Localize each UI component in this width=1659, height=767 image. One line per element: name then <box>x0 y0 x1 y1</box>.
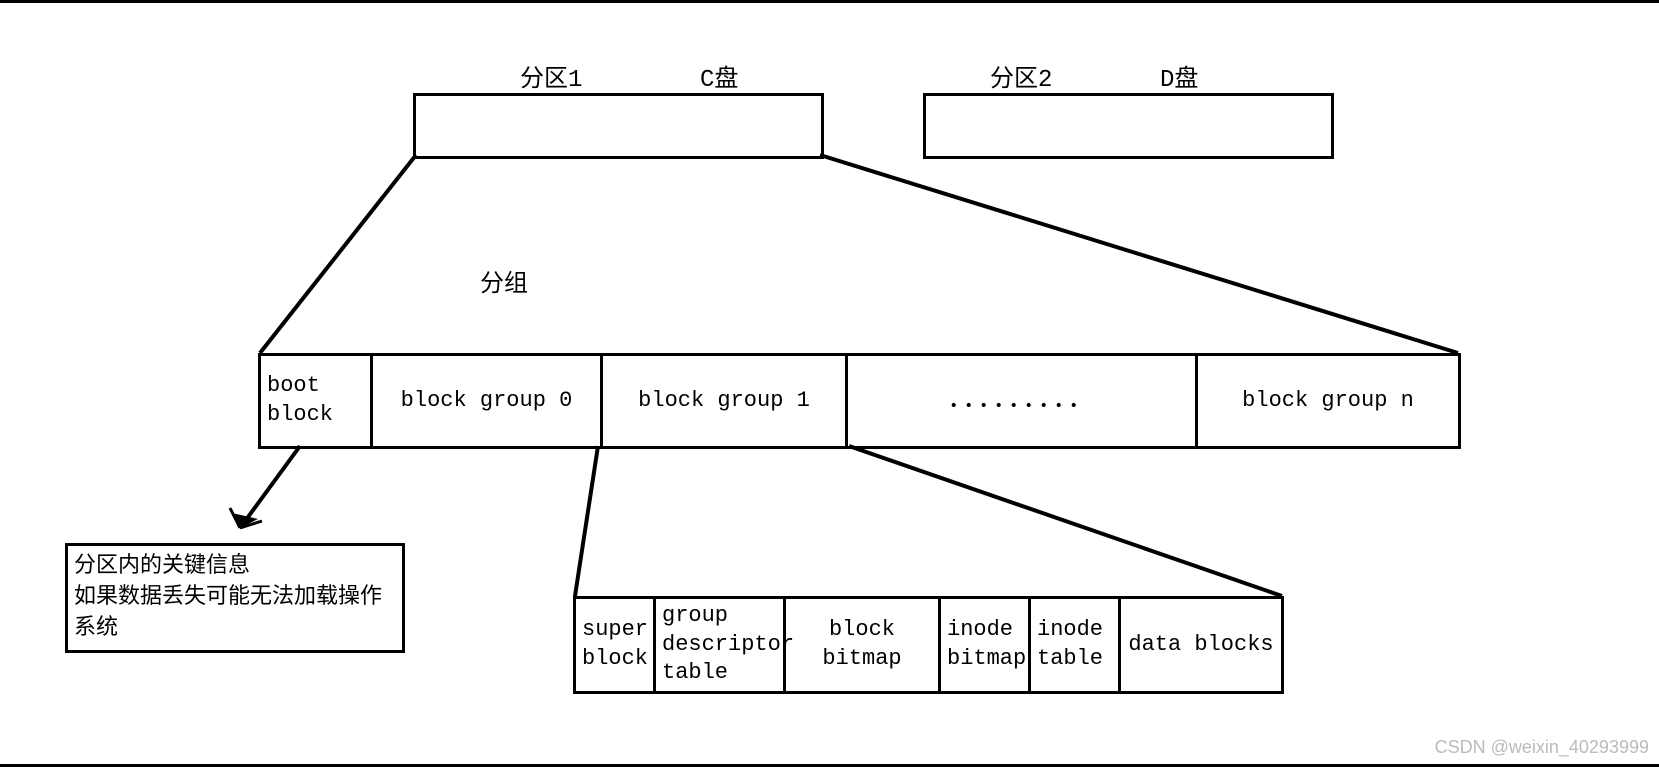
block-group-dots-cell: ．．．．．．．．． <box>848 356 1198 446</box>
partition1-box <box>413 93 824 159</box>
inode-bitmap-cell: inode bitmap <box>941 599 1031 691</box>
boot-note-line1: 分区内的关键信息 <box>74 554 250 579</box>
block-group-1-cell: block group 1 <box>603 356 848 446</box>
diagram-canvas: 分区1 C盘 分区2 D盘 分组 boot block block group … <box>0 0 1659 767</box>
watermark: CSDN @weixin_40293999 <box>1435 737 1649 758</box>
boot-block-cell: boot block <box>261 356 373 446</box>
partition2-label: 分区2 <box>990 58 1052 94</box>
boot-note-box: 分区内的关键信息 如果数据丢失可能无法加载操作 系统 <box>65 543 405 653</box>
boot-note-line3: 系统 <box>74 616 118 641</box>
block-group-0-cell: block group 0 <box>373 356 603 446</box>
group-label: 分组 <box>480 263 528 299</box>
group-detail-row: super block group descriptor table block… <box>573 596 1284 694</box>
inode-table-cell: inode table <box>1031 599 1121 691</box>
super-block-cell: super block <box>576 599 656 691</box>
block-group-n-cell: block group n <box>1198 356 1458 446</box>
block-bitmap-cell: block bitmap <box>786 599 941 691</box>
block-groups-row: boot block block group 0 block group 1 ．… <box>258 353 1461 449</box>
group-descriptor-cell: group descriptor table <box>656 599 786 691</box>
boot-note-line2: 如果数据丢失可能无法加载操作 <box>74 585 382 610</box>
partition1-label: 分区1 <box>520 58 582 94</box>
partition1-disk: C盘 <box>700 58 738 94</box>
partition2-disk: D盘 <box>1160 58 1198 94</box>
data-blocks-cell: data blocks <box>1121 599 1281 691</box>
partition2-box <box>923 93 1334 159</box>
